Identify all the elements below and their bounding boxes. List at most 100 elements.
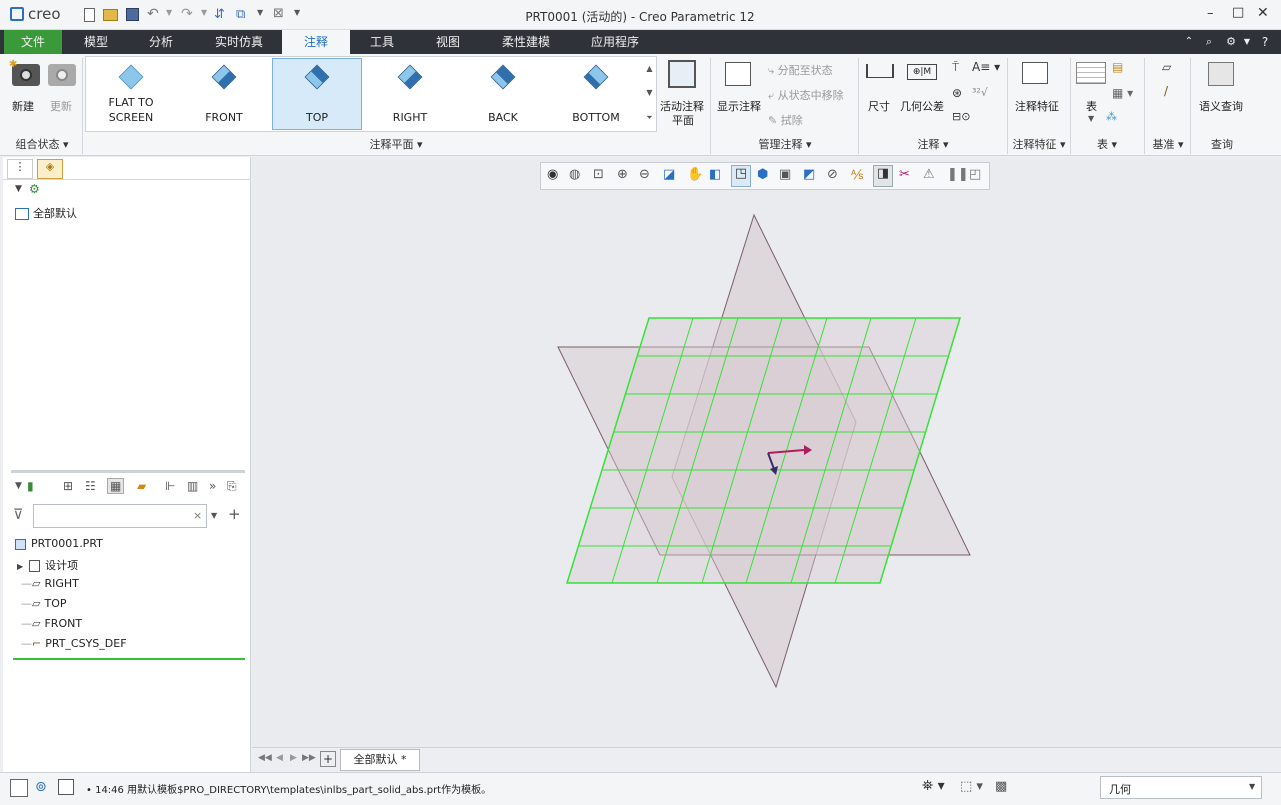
- new-state-button[interactable]: 新建: [12, 98, 34, 114]
- more-tools-icon[interactable]: »: [209, 479, 216, 493]
- gallery-back[interactable]: BACK: [458, 58, 548, 130]
- gallery-bottom[interactable]: BOTTOM: [551, 58, 641, 130]
- annotation-feature-button[interactable]: 注释特征: [1015, 98, 1059, 114]
- tree-item-csys[interactable]: —⌐ PRT_CSYS_DEF: [21, 637, 127, 650]
- datum-feature-icon[interactable]: ⍑: [952, 60, 959, 75]
- column-display-icon[interactable]: ⊩: [165, 479, 175, 493]
- redo-dropdown-icon[interactable]: ▼: [201, 8, 207, 17]
- report-icon[interactable]: ⎘: [227, 479, 237, 494]
- tab-live-simulation[interactable]: 实时仿真: [205, 30, 273, 54]
- gtol-button[interactable]: 几何公差: [900, 98, 944, 114]
- annotation-group-label[interactable]: 注释 ▾: [860, 136, 1006, 154]
- tab-view[interactable]: 视图: [422, 30, 474, 54]
- manage-annotation-group-label[interactable]: 管理注释 ▾: [712, 136, 858, 154]
- tab-annotate[interactable]: 注释: [282, 30, 350, 54]
- undo-dropdown-icon[interactable]: ▼: [166, 8, 172, 17]
- tree-columns-icon[interactable]: ⊞: [63, 479, 73, 493]
- semantic-query-button[interactable]: 语义查询: [1199, 98, 1243, 114]
- table-button[interactable]: 表: [1086, 98, 1097, 114]
- table-from-file-icon[interactable]: ▤: [1112, 60, 1123, 74]
- clear-search-icon[interactable]: ×: [193, 509, 202, 522]
- windows-icon[interactable]: ⧉: [236, 7, 245, 22]
- next-tab-icon[interactable]: ▶: [290, 753, 297, 763]
- graphics-area[interactable]: ◉ ◍ ⊡ ⊕ ⊖ ◪ ✋ ◧ ◳ ⬢ ▣ ◩ ⊘ ⅍ ◨ ✂ ⚠ ❚❚ ◰: [252, 157, 1281, 747]
- open-folder-icon[interactable]: [103, 9, 118, 21]
- last-tab-icon[interactable]: ▶▶: [302, 753, 316, 763]
- expand-arrow-icon[interactable]: ▶: [17, 562, 23, 571]
- tree-settings-icon[interactable]: ▦: [107, 478, 125, 494]
- browser-toggle-icon[interactable]: ⊚: [35, 779, 47, 795]
- tab-tools[interactable]: 工具: [356, 30, 408, 54]
- tab-flexible-modeling[interactable]: 柔性建模: [490, 30, 562, 54]
- search-icon[interactable]: ⌕: [1202, 30, 1216, 54]
- tree-view-icon[interactable]: ▥: [187, 479, 198, 493]
- maximize-button[interactable]: □: [1232, 5, 1244, 20]
- learning-icon[interactable]: ⚙: [1222, 30, 1240, 54]
- search-dropdown-icon[interactable]: ▼: [211, 511, 217, 520]
- search-input[interactable]: [33, 504, 207, 528]
- find-icon[interactable]: ⛯ ▾: [922, 778, 945, 794]
- insert-marker[interactable]: [13, 658, 245, 660]
- layer-item[interactable]: 全部默认: [15, 205, 77, 221]
- symbol-icon[interactable]: ⊛: [952, 86, 962, 100]
- table-group-label[interactable]: 表 ▾: [1072, 136, 1142, 154]
- gallery-expand[interactable]: ⏷: [643, 106, 656, 130]
- layer-tab-icon[interactable]: ◈: [37, 159, 63, 179]
- close-window-icon[interactable]: ⊠: [273, 6, 284, 21]
- tab-applications[interactable]: 应用程序: [580, 30, 650, 54]
- regenerate-icon[interactable]: ⇵: [214, 7, 225, 22]
- prev-tab-icon[interactable]: ◀: [276, 753, 283, 763]
- annotation-feature-group-label[interactable]: 注释特征 ▾: [1008, 136, 1070, 154]
- show-dropdown-icon[interactable]: ▼: [15, 481, 22, 491]
- options-dropdown-icon[interactable]: ▼: [1242, 30, 1252, 54]
- camera-icon[interactable]: ✱: [9, 59, 40, 86]
- gallery-scroll-up[interactable]: ▲: [643, 57, 656, 81]
- minimize-button[interactable]: –: [1207, 6, 1214, 21]
- tab-all-default[interactable]: 全部默认 *: [340, 749, 420, 771]
- customize-qat-icon[interactable]: ▼: [294, 8, 300, 17]
- layer-expand-icon[interactable]: ▼: [15, 184, 22, 194]
- tree-root-item[interactable]: PRT0001.PRT: [15, 537, 103, 550]
- new-file-icon[interactable]: [84, 8, 95, 22]
- selection-filter-icon[interactable]: ▩: [995, 779, 1007, 794]
- datum-target-icon[interactable]: ⊟⊙: [952, 110, 970, 123]
- repeat-region-icon[interactable]: ▦ ▾: [1112, 86, 1133, 100]
- selection-filter-dropdown[interactable]: 几何 ▼: [1100, 776, 1262, 799]
- gallery-scroll-down[interactable]: ▼: [643, 81, 656, 105]
- gallery-top[interactable]: TOP: [272, 58, 362, 130]
- datum-group-label[interactable]: 基准 ▾: [1146, 136, 1190, 154]
- note-icon[interactable]: A≡ ▾: [972, 60, 1000, 74]
- redo-icon[interactable]: ↷: [181, 6, 193, 22]
- tree-item-top[interactable]: —▱ TOP: [21, 597, 66, 610]
- add-filter-icon[interactable]: +: [228, 505, 241, 523]
- gallery-flat-to-screen[interactable]: FLAT TO SCREEN: [86, 58, 176, 130]
- annotation-plane-group-label[interactable]: 注释平面 ▾: [86, 136, 706, 154]
- windows-dropdown-icon[interactable]: ▼: [257, 8, 263, 17]
- tree-filter-icon[interactable]: ☷: [85, 479, 96, 493]
- undo-icon[interactable]: ↶: [147, 6, 159, 22]
- part-icon[interactable]: ▮: [27, 479, 34, 493]
- add-tab-button[interactable]: +: [320, 751, 336, 767]
- save-icon[interactable]: [126, 8, 139, 21]
- collapse-ribbon-icon[interactable]: ⌃: [1182, 30, 1196, 54]
- gallery-right[interactable]: RIGHT: [365, 58, 455, 130]
- tree-item-front[interactable]: —▱ FRONT: [21, 617, 82, 630]
- tab-analysis[interactable]: 分析: [135, 30, 187, 54]
- gallery-front[interactable]: FRONT: [179, 58, 269, 130]
- combo-state-group-label[interactable]: 组合状态 ▾: [4, 136, 80, 154]
- full-screen-icon[interactable]: [58, 779, 74, 795]
- plane-icon[interactable]: ▱: [1162, 60, 1171, 74]
- bom-balloon-icon[interactable]: ⁂: [1106, 110, 1117, 123]
- first-tab-icon[interactable]: ◀◀: [258, 753, 272, 763]
- selection-box-icon[interactable]: ⬚ ▾: [960, 779, 983, 794]
- close-button[interactable]: ✕: [1257, 5, 1269, 21]
- navigator-toggle-icon[interactable]: [10, 779, 28, 797]
- model-tree-tab-icon[interactable]: ⋮: [7, 159, 33, 179]
- tab-file[interactable]: 文件: [4, 30, 62, 54]
- table-dropdown-icon[interactable]: ▼: [1088, 114, 1094, 123]
- tree-item-right[interactable]: —▱ RIGHT: [21, 577, 79, 590]
- model-geometry[interactable]: [252, 157, 1281, 747]
- axis-icon[interactable]: /: [1164, 84, 1168, 98]
- panel-divider[interactable]: [11, 470, 245, 473]
- bookmark-icon[interactable]: ▰: [137, 479, 146, 493]
